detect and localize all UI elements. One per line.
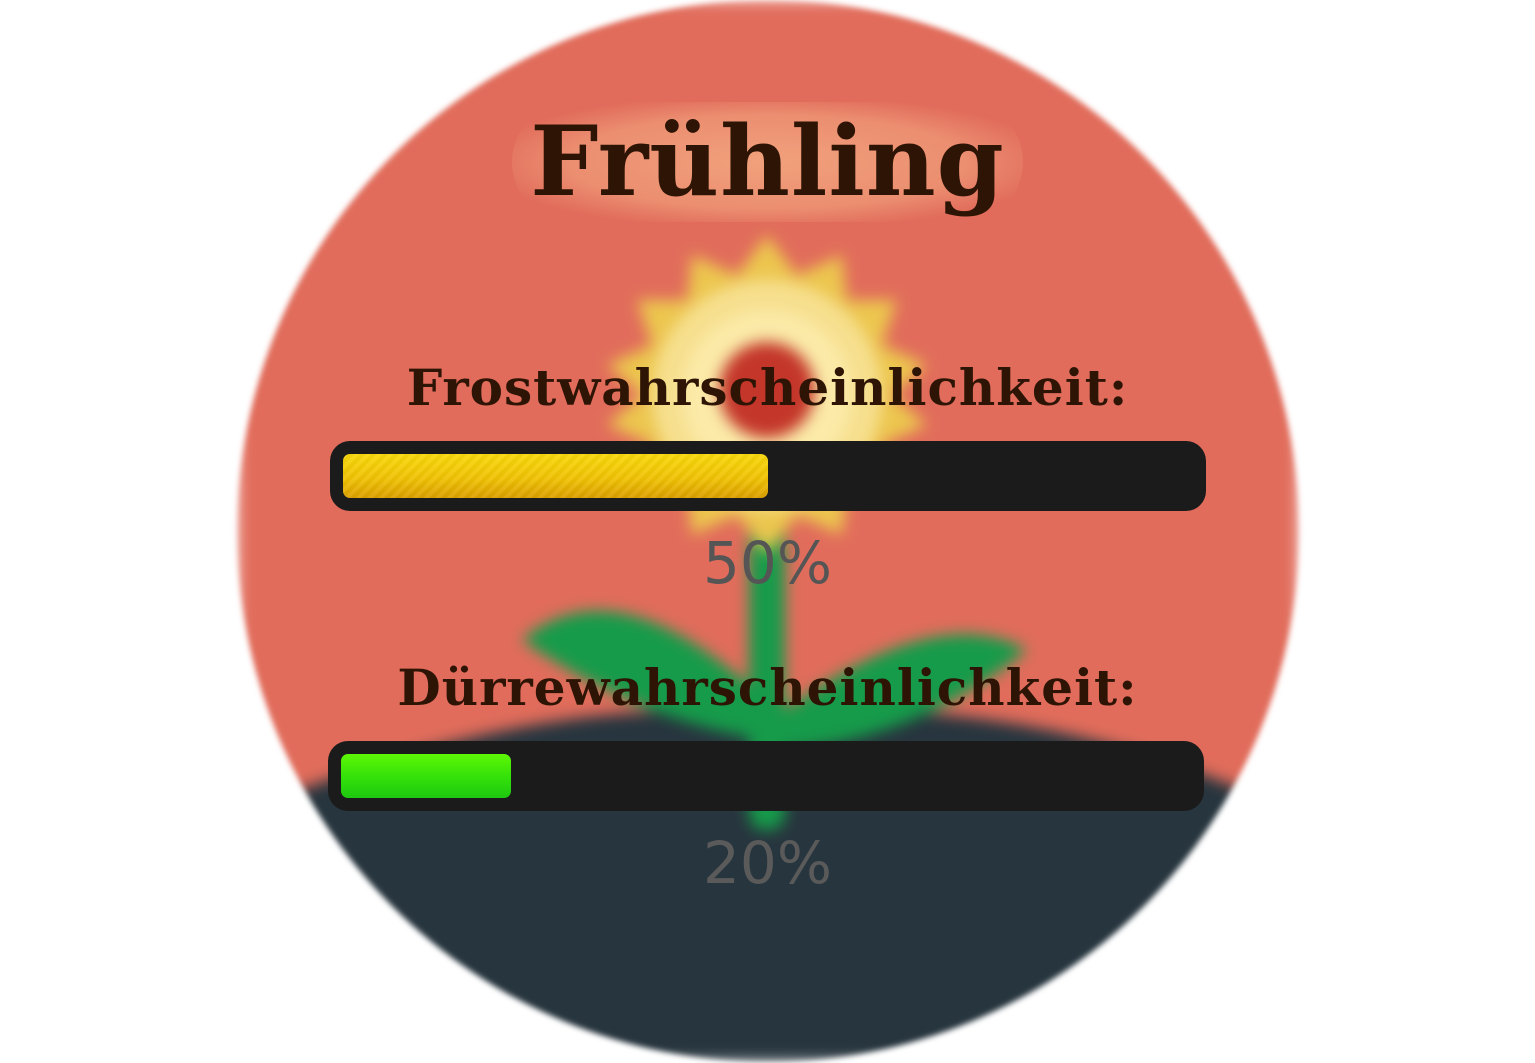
drought-progress-fill bbox=[341, 754, 511, 798]
drought-progress-bar bbox=[328, 741, 1204, 811]
frost-progress-bar bbox=[330, 441, 1206, 511]
drought-percent: 20% bbox=[703, 829, 832, 897]
drought-label: Dürrewahrscheinlichkeit: bbox=[397, 658, 1138, 717]
season-title: Frühling bbox=[0, 102, 1535, 222]
frost-percent: 50% bbox=[703, 529, 832, 597]
season-card: Frühling Frostwahrscheinlichkeit: 50% Dü… bbox=[0, 0, 1535, 1063]
frost-label: Frostwahrscheinlichkeit: bbox=[406, 358, 1129, 417]
frost-progress-fill bbox=[343, 454, 768, 498]
season-title-text: Frühling bbox=[512, 102, 1023, 222]
